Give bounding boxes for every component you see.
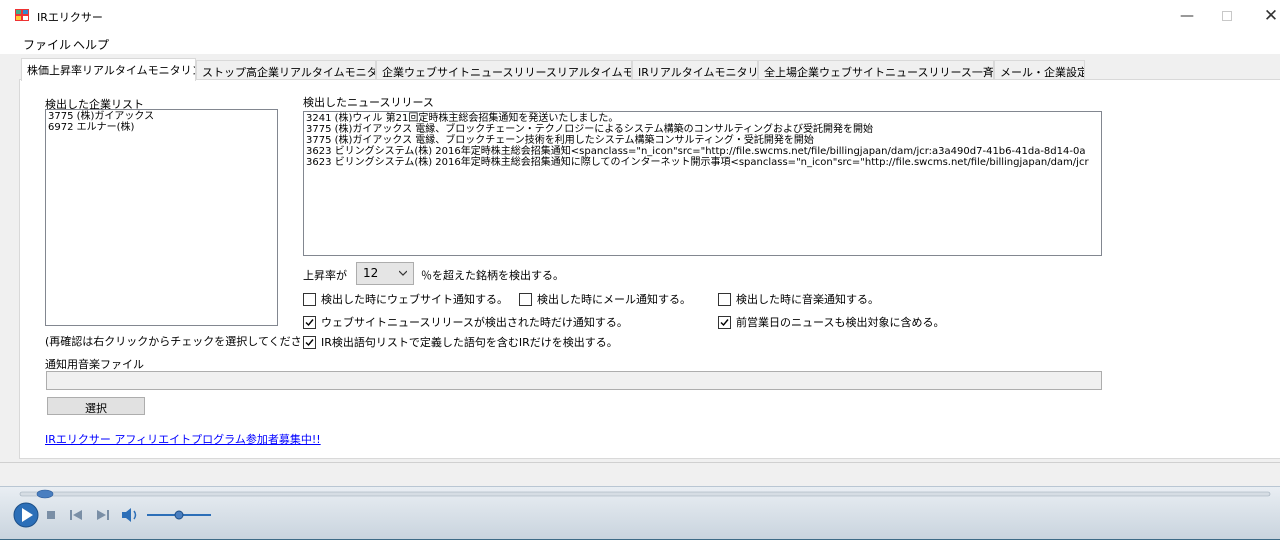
tab-stop-high[interactable]: ストップ高企業リアルタイムモニタリング [196, 60, 376, 80]
close-icon: ✕ [1263, 6, 1279, 26]
news-line: 3775 (株)ガイアックス 電縁、ブロックチェーン技術を利用したシステム構築コ… [306, 135, 814, 146]
list-item[interactable]: 6972 エルナー(株) [48, 122, 275, 133]
list-item[interactable]: 3775 (株)ガイアックス [48, 111, 275, 122]
prev-day-checkbox[interactable]: 前営業日のニュースも検出対象に含める。 [718, 314, 944, 330]
app-window: IRエリクサー — ✕ ファイル ヘルプ 株価上昇率リアルタイムモニタリング ス… [0, 0, 1280, 486]
tab-mail-settings[interactable]: メール・企業設定 [994, 60, 1085, 80]
minimize-icon: — [1180, 8, 1194, 24]
news-textbox[interactable]: 3241 (株)ウィル 第21回定時株主総会招集通知を発送いたしました。 377… [303, 111, 1102, 256]
checkbox-box[interactable] [718, 315, 731, 329]
mail-notify-checkbox[interactable]: 検出した時にメール通知する。 [519, 291, 691, 307]
tab-stock-rise[interactable]: 株価上昇率リアルタイムモニタリング [21, 58, 196, 81]
volume-icon[interactable] [122, 508, 137, 522]
affiliate-link[interactable]: IRエリクサー アフィリエイトプログラム参加者募集中!! [45, 431, 321, 447]
news-only-checkbox[interactable]: ウェブサイトニュースリリースが検出された時だけ通知する。 [303, 314, 628, 330]
rise-rate-suffix: ％を超えた銘柄を検出する。 [421, 269, 564, 282]
next-icon[interactable] [97, 510, 109, 520]
sound-file-label: 通知用音楽ファイル [45, 358, 144, 371]
rise-rate-prefix: 上昇率が [303, 269, 347, 282]
window-title: IRエリクサー [37, 11, 103, 24]
sound-file-field[interactable] [46, 371, 1102, 390]
checkbox-box[interactable] [519, 292, 532, 306]
checkmark-icon [305, 318, 314, 326]
previous-icon[interactable] [70, 510, 82, 520]
status-bar [0, 462, 1280, 486]
recheck-note: (再確認は右クリックからチェックを選択してください) [45, 335, 317, 348]
tab-ir-realtime[interactable]: IRリアルタイムモニタリング [632, 60, 758, 80]
checkbox-box[interactable] [303, 315, 316, 329]
media-player-bar [0, 486, 1280, 539]
web-notify-label: 検出した時にウェブサイト通知する。 [321, 293, 508, 306]
sound-notify-label: 検出した時に音楽通知する。 [736, 293, 879, 306]
app-icon [15, 9, 29, 21]
news-line: 3241 (株)ウィル 第21回定時株主総会招集通知を発送いたしました。 [306, 113, 619, 124]
tab-page-stock-rise: 検出した企業リスト 3775 (株)ガイアックス 6972 エルナー(株) 検出… [19, 79, 1280, 459]
menu-file[interactable]: ファイル [23, 36, 71, 53]
news-line: 3623 ビリングシステム(株) 2016年定時株主総会招集通知<spancla… [306, 146, 1086, 157]
seek-thumb[interactable] [36, 489, 54, 499]
play-icon[interactable] [13, 502, 39, 528]
news-list-label: 検出したニュースリリース [303, 96, 434, 109]
tab-website-news[interactable]: 企業ウェブサイトニュースリリースリアルタイムモニタリング [376, 60, 632, 80]
close-button[interactable]: ✕ [1248, 0, 1280, 32]
sound-notify-checkbox[interactable]: 検出した時に音楽通知する。 [718, 291, 879, 307]
checkmark-icon [305, 338, 314, 346]
checkbox-box[interactable] [303, 335, 316, 349]
news-line: 3623 ビリングシステム(株) 2016年定時株主総会招集通知に際してのインタ… [306, 157, 1089, 168]
mail-notify-label: 検出した時にメール通知する。 [537, 293, 691, 306]
ir-filter-label: IR検出語句リストで定義した語句を含むIRだけを検出する。 [321, 336, 618, 349]
prev-day-label: 前営業日のニュースも検出対象に含める。 [736, 316, 945, 329]
checkbox-box[interactable] [718, 292, 731, 306]
tab-all-listed-search[interactable]: 全上場企業ウェブサイトニュースリリース一斉検索 [758, 60, 994, 80]
seek-track[interactable] [19, 491, 1271, 497]
chevron-down-icon [399, 270, 407, 276]
ir-filter-checkbox[interactable]: IR検出語句リストで定義した語句を含むIRだけを検出する。 [303, 334, 618, 350]
news-only-label: ウェブサイトニュースリリースが検出された時だけ通知する。 [321, 316, 628, 329]
maximize-button[interactable] [1204, 0, 1250, 32]
web-notify-checkbox[interactable]: 検出した時にウェブサイト通知する。 [303, 291, 508, 307]
tab-strip: 株価上昇率リアルタイムモニタリング ストップ高企業リアルタイムモニタリング 企業… [0, 58, 1280, 81]
player-controls [13, 489, 1271, 528]
stop-icon[interactable] [47, 511, 55, 519]
checkbox-box[interactable] [303, 292, 316, 306]
menu-bar: ファイル ヘルプ [0, 32, 1280, 54]
rise-rate-value: 12 [363, 266, 379, 280]
select-file-button[interactable]: 選択 [47, 397, 145, 415]
client-area: 株価上昇率リアルタイムモニタリング ストップ高企業リアルタイムモニタリング 企業… [0, 54, 1280, 486]
menu-help[interactable]: ヘルプ [73, 36, 109, 53]
rise-rate-select[interactable]: 12 [356, 262, 414, 285]
checkmark-icon [720, 318, 729, 326]
company-listbox[interactable]: 3775 (株)ガイアックス 6972 エルナー(株) [45, 109, 278, 326]
volume-slider[interactable] [147, 510, 211, 520]
news-line: 3775 (株)ガイアックス 電縁、ブロックチェーン・テクノロジーによるシステム… [306, 124, 874, 135]
maximize-icon [1222, 11, 1232, 21]
title-bar: IRエリクサー — ✕ [0, 0, 1280, 32]
